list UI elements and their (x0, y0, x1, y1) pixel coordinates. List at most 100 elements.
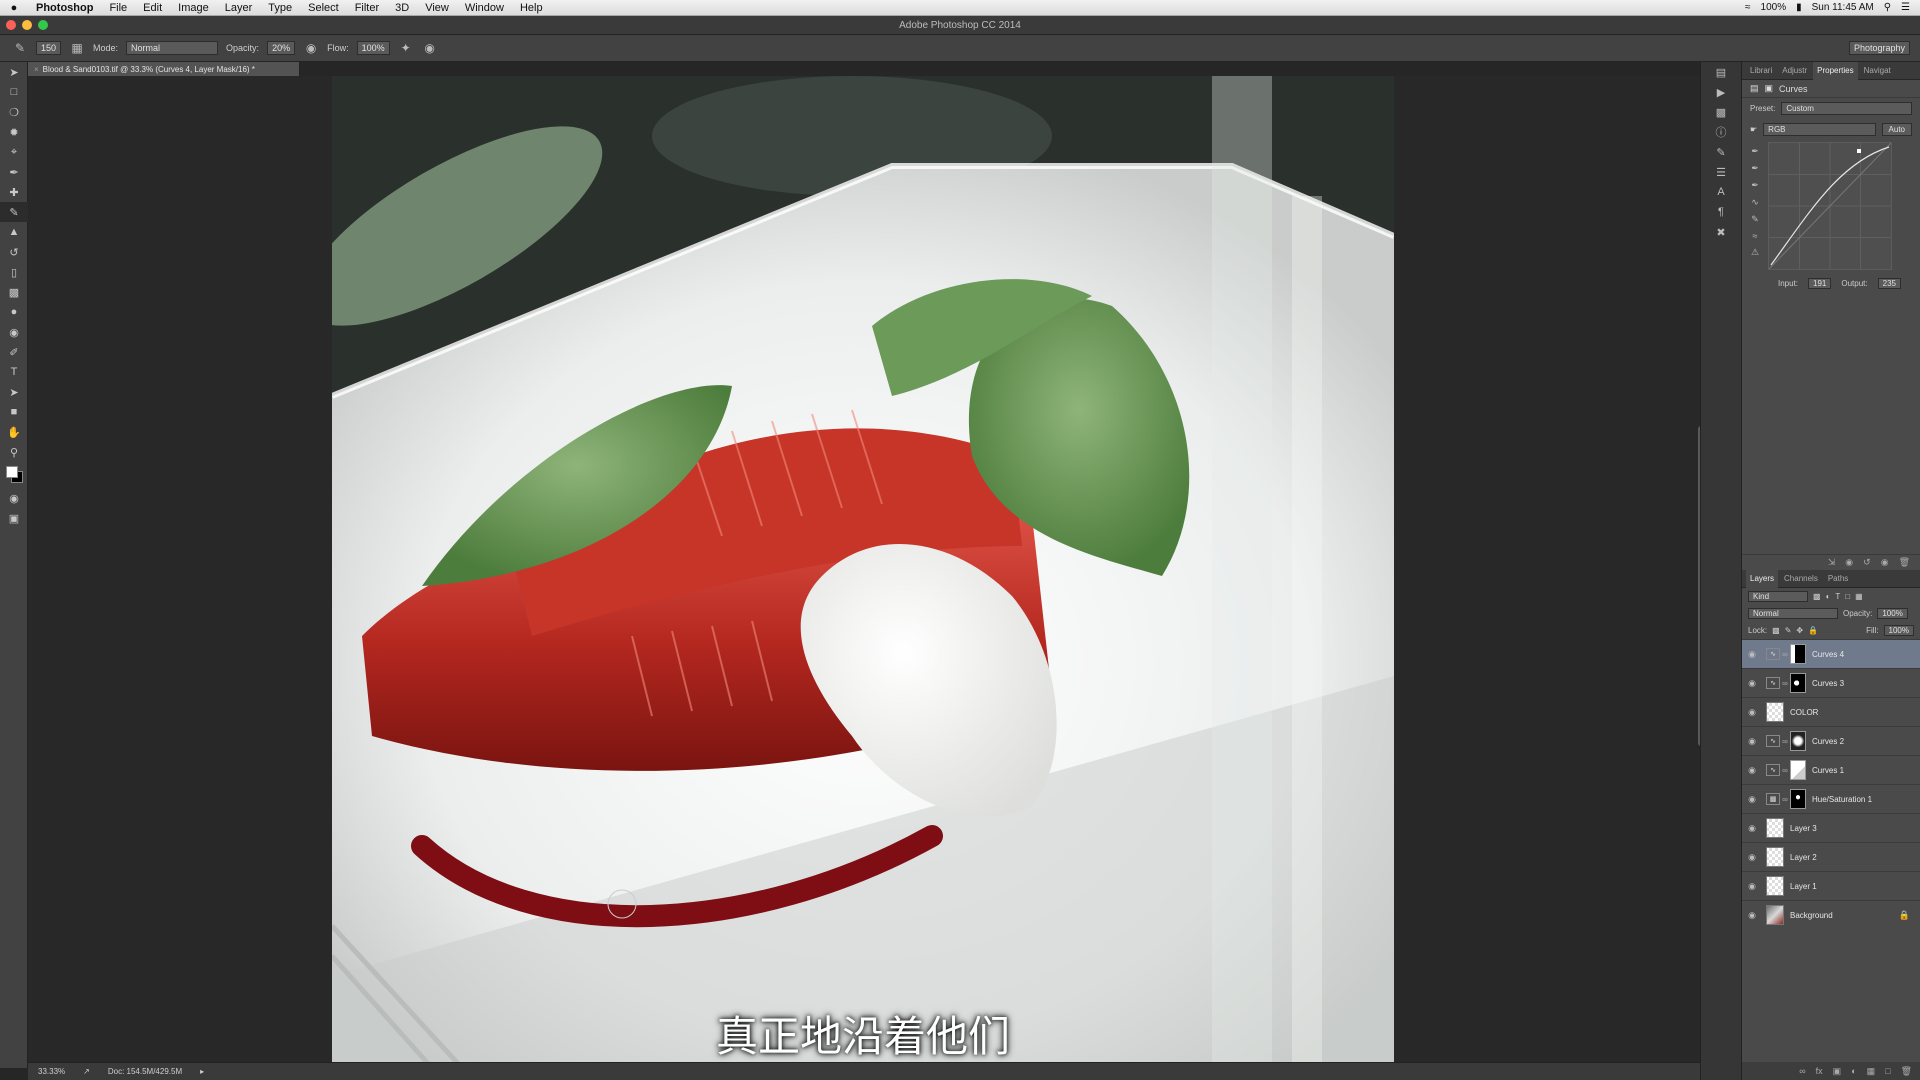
layer-kind-filter[interactable]: Kind (1748, 591, 1808, 602)
link-mask-icon[interactable]: ∞ (1780, 650, 1790, 659)
lasso-tool-icon[interactable]: ❍ (0, 102, 28, 122)
tab-navigator[interactable]: Navigat (1860, 66, 1895, 75)
menu-select[interactable]: Select (300, 2, 347, 14)
layer-thumbnail[interactable] (1766, 702, 1784, 722)
color-swatches[interactable] (0, 462, 28, 488)
visibility-eye-icon[interactable]: ◉ (1742, 736, 1762, 747)
delete-adjustment-icon[interactable]: 🗑 (1899, 557, 1910, 568)
new-layer-icon[interactable]: □ (1885, 1066, 1890, 1076)
layer-row-curves-3[interactable]: ◉ ∿ ∞ Curves 3 (1742, 668, 1920, 697)
new-group-icon[interactable]: ▦ (1867, 1066, 1876, 1077)
quick-mask-icon[interactable]: ◉ (0, 488, 28, 508)
black-point-eyedropper-icon[interactable]: ✒ (1751, 146, 1759, 157)
hand-tool-icon[interactable]: ✋ (0, 422, 28, 442)
layer-mask-thumbnail[interactable] (1790, 644, 1806, 664)
layer-row-layer-2[interactable]: ◉ Layer 2 (1742, 842, 1920, 871)
clipping-warning-icon[interactable]: ⚠ (1751, 247, 1759, 258)
add-mask-icon[interactable]: ▣ (1833, 1066, 1842, 1077)
layer-row-background[interactable]: ◉ Background 🔒 (1742, 900, 1920, 929)
zoom-level[interactable]: 33.33% (38, 1067, 65, 1076)
visibility-eye-icon[interactable]: ◉ (1742, 794, 1762, 805)
layer-thumbnail[interactable] (1766, 847, 1784, 867)
pressure-opacity-icon[interactable]: ◉ (303, 40, 319, 56)
pencil-draw-curve-icon[interactable]: ✎ (1751, 214, 1759, 225)
layer-mask-thumbnail[interactable] (1790, 673, 1806, 693)
curve-graph[interactable] (1768, 142, 1892, 270)
menu-filter[interactable]: Filter (347, 2, 387, 14)
layer-opacity-field[interactable]: 100% (1877, 608, 1908, 619)
menu-layer[interactable]: Layer (217, 2, 261, 14)
tab-layers[interactable]: Layers (1746, 569, 1779, 588)
visibility-eye-icon[interactable]: ◉ (1742, 910, 1762, 921)
brush-tool-preset-icon[interactable]: ✎ (12, 40, 28, 56)
curve-control-point[interactable] (1857, 149, 1861, 153)
menu-file[interactable]: File (101, 2, 135, 14)
brush-tool-icon[interactable]: ✎ (0, 202, 28, 222)
layer-mask-thumbnail[interactable] (1790, 760, 1806, 780)
minimize-window-button[interactable] (22, 20, 32, 30)
visibility-eye-icon[interactable]: ◉ (1742, 678, 1762, 689)
on-image-adjust-icon[interactable]: ☛ (1750, 125, 1757, 134)
brush-size-picker[interactable]: 150 (36, 41, 62, 55)
history-panel-icon[interactable]: ▤ (1701, 62, 1741, 82)
curve-points-icon[interactable]: ∿ (1751, 197, 1759, 208)
marquee-tool-icon[interactable]: □ (0, 82, 28, 102)
visibility-eye-icon[interactable]: ◉ (1742, 823, 1762, 834)
actions-panel-icon[interactable]: ▶ (1701, 82, 1741, 102)
visibility-eye-icon[interactable]: ◉ (1742, 881, 1762, 892)
path-select-tool-icon[interactable]: ➤ (0, 382, 28, 402)
screen-mode-icon[interactable]: ▣ (0, 508, 28, 528)
move-tool-icon[interactable]: ➤ (0, 62, 28, 82)
menubar-clock[interactable]: Sun 11:45 AM (1812, 2, 1874, 13)
layer-mask-icon[interactable]: ▣ (1765, 83, 1774, 94)
pressure-size-icon[interactable]: ◉ (422, 40, 438, 56)
mode-select[interactable]: Normal (126, 41, 219, 55)
background-lock-icon[interactable]: 🔒 (1899, 910, 1910, 921)
smooth-curve-icon[interactable]: ≈ (1753, 231, 1758, 241)
lock-transparent-icon[interactable]: ▩ (1772, 626, 1780, 635)
tools-extra-panel-icon[interactable]: ✖ (1701, 222, 1741, 242)
layer-thumbnail[interactable] (1766, 905, 1784, 925)
visibility-eye-icon[interactable]: ◉ (1742, 852, 1762, 863)
visibility-eye-icon[interactable]: ◉ (1742, 765, 1762, 776)
clone-stamp-tool-icon[interactable]: ▲ (0, 222, 28, 242)
layer-row-layer-1[interactable]: ◉ Layer 1 (1742, 871, 1920, 900)
type-tool-icon[interactable]: T (0, 362, 28, 382)
zoom-tool-icon[interactable]: ⚲ (0, 442, 28, 462)
flow-field[interactable]: 100% (356, 41, 390, 55)
tool-presets-panel-icon[interactable]: ☰ (1701, 162, 1741, 182)
foreground-color-swatch[interactable] (6, 466, 18, 478)
gradient-tool-icon[interactable]: ▩ (0, 282, 28, 302)
lock-position-icon[interactable]: ✥ (1796, 626, 1803, 635)
layer-mask-thumbnail[interactable] (1790, 789, 1806, 809)
tab-libraries[interactable]: Librari (1746, 66, 1776, 75)
layer-row-layer-3[interactable]: ◉ Layer 3 (1742, 813, 1920, 842)
paragraph-panel-icon[interactable]: ¶ (1701, 202, 1741, 222)
opacity-field[interactable]: 20% (267, 41, 296, 55)
crop-tool-icon[interactable]: ⌖ (0, 142, 28, 162)
channel-select[interactable]: RGB (1763, 123, 1876, 136)
zoom-window-button[interactable] (38, 20, 48, 30)
menu-window[interactable]: Window (457, 2, 512, 14)
canvas-area[interactable]: 真正地沿着他们 (28, 76, 1704, 1068)
layer-blend-mode-select[interactable]: Normal (1748, 608, 1838, 619)
preset-select[interactable]: Custom (1781, 102, 1912, 115)
pen-tool-icon[interactable]: ✐ (0, 342, 28, 362)
brush-presets-panel-icon[interactable]: ✎ (1701, 142, 1741, 162)
tab-paths[interactable]: Paths (1824, 574, 1852, 583)
filter-adjustment-icon[interactable]: ◐ (1826, 592, 1831, 601)
menu-app-photoshop[interactable]: Photoshop (28, 2, 101, 14)
healing-brush-tool-icon[interactable]: ✚ (0, 182, 28, 202)
gray-point-eyedropper-icon[interactable]: ✒ (1751, 163, 1759, 174)
layer-thumbnail[interactable] (1766, 876, 1784, 896)
eyedropper-tool-icon[interactable]: ✒ (0, 162, 28, 182)
airbrush-icon[interactable]: ✦ (398, 40, 414, 56)
battery-icon[interactable]: ▮ (1796, 2, 1802, 13)
link-mask-icon[interactable]: ∞ (1780, 795, 1790, 804)
link-mask-icon[interactable]: ∞ (1780, 737, 1790, 746)
history-brush-tool-icon[interactable]: ↺ (0, 242, 28, 262)
toggle-visibility-icon[interactable]: ◉ (1881, 557, 1889, 568)
curves-adjustment-icon[interactable]: ▤ (1750, 83, 1759, 94)
close-window-button[interactable] (6, 20, 16, 30)
close-document-icon[interactable]: × (34, 65, 39, 74)
